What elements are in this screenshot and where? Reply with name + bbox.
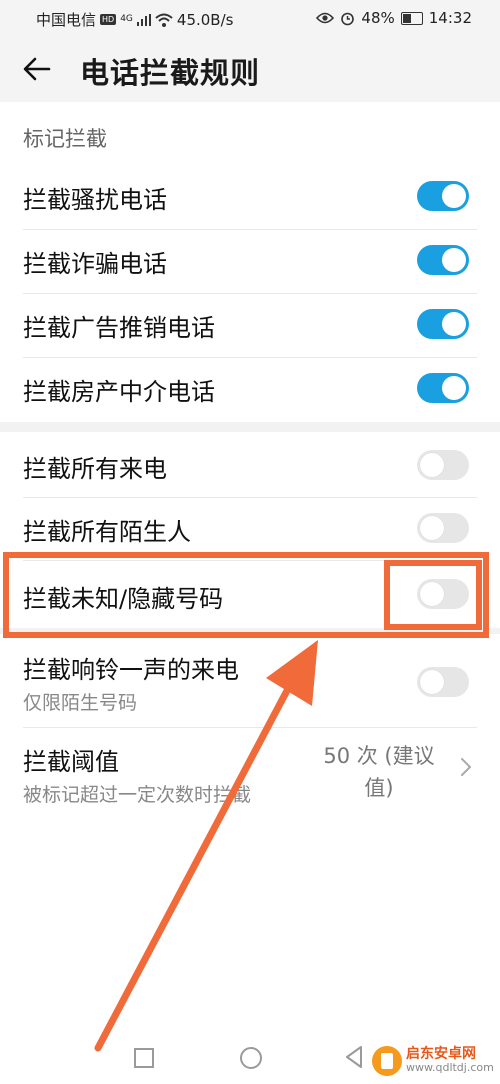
watermark-url: www.qdltdj.com — [406, 1061, 494, 1074]
setting-label: 拦截广告推销电话 — [23, 314, 215, 342]
setting-label: 拦截骚扰电话 — [23, 186, 167, 214]
wifi-icon — [155, 13, 173, 27]
page-title: 电话拦截规则 — [80, 56, 261, 90]
carrier-label: 中国电信 — [36, 11, 97, 29]
eye-icon — [316, 12, 335, 24]
watermark: 启东安卓网 www.qdltdj.com — [372, 1046, 494, 1076]
threshold-value-line2: 值) — [364, 776, 394, 800]
setting-label: 拦截阈值 — [23, 748, 119, 776]
setting-label: 拦截所有陌生人 — [23, 518, 191, 546]
toggle-switch[interactable] — [417, 309, 469, 339]
threshold-value: 50 次 (建议 值) — [309, 740, 449, 804]
hd-icon: HD — [100, 14, 117, 25]
toggle-switch[interactable] — [417, 450, 469, 480]
watermark-name: 启东安卓网 — [406, 1046, 476, 1062]
signal-icon — [136, 13, 151, 26]
home-button[interactable] — [240, 1047, 262, 1069]
toggle-switch[interactable] — [417, 181, 469, 211]
battery-percent: 48% — [361, 9, 395, 27]
setting-label: 拦截诈骗电话 — [23, 250, 167, 278]
network-type: 4G — [120, 14, 133, 24]
back-arrow-icon[interactable] — [22, 54, 52, 84]
toggle-switch[interactable] — [417, 513, 469, 543]
threshold-value-line1: 50 次 (建议 — [323, 744, 435, 768]
toggle-switch[interactable] — [417, 373, 469, 403]
battery-icon — [400, 11, 423, 25]
watermark-logo — [372, 1046, 402, 1076]
chevron-right-icon — [461, 758, 471, 776]
clock: 14:32 — [428, 9, 472, 27]
section-header: 标记拦截 — [23, 127, 107, 151]
setting-row-threshold[interactable]: 拦截阈值 被标记超过一定次数时拦截 50 次 (建议 值) — [23, 728, 477, 818]
setting-row-all-strangers[interactable]: 拦截所有陌生人 — [23, 498, 477, 560]
setting-row-fraud[interactable]: 拦截诈骗电话 — [23, 230, 477, 293]
toggle-switch[interactable] — [417, 667, 469, 697]
title-bar: 电话拦截规则 — [0, 36, 500, 102]
setting-row-all-calls[interactable]: 拦截所有来电 — [23, 433, 477, 497]
setting-label: 拦截响铃一声的来电 — [23, 656, 239, 684]
setting-row-real-estate[interactable]: 拦截房产中介电话 — [23, 358, 477, 421]
network-speed: 45.0B/s — [176, 10, 234, 29]
annotation-highlight-toggle — [384, 560, 482, 630]
group-separator — [0, 422, 500, 432]
status-bar: 中国电信 HD 4G 45.0B/s 48% 14:32 — [0, 0, 500, 36]
setting-row-harassment[interactable]: 拦截骚扰电话 — [23, 166, 477, 230]
setting-label: 拦截所有来电 — [23, 455, 167, 483]
toggle-switch[interactable] — [417, 245, 469, 275]
setting-sublabel: 被标记超过一定次数时拦截 — [23, 784, 252, 806]
setting-row-advertising[interactable]: 拦截广告推销电话 — [23, 294, 477, 357]
setting-sublabel: 仅限陌生号码 — [23, 692, 138, 714]
recent-apps-button[interactable] — [134, 1048, 154, 1068]
setting-label: 拦截房产中介电话 — [23, 378, 215, 406]
nav-back-button[interactable] — [344, 1044, 364, 1070]
alarm-icon — [341, 12, 355, 25]
setting-row-ring-once[interactable]: 拦截响铃一声的来电 仅限陌生号码 — [23, 636, 477, 726]
